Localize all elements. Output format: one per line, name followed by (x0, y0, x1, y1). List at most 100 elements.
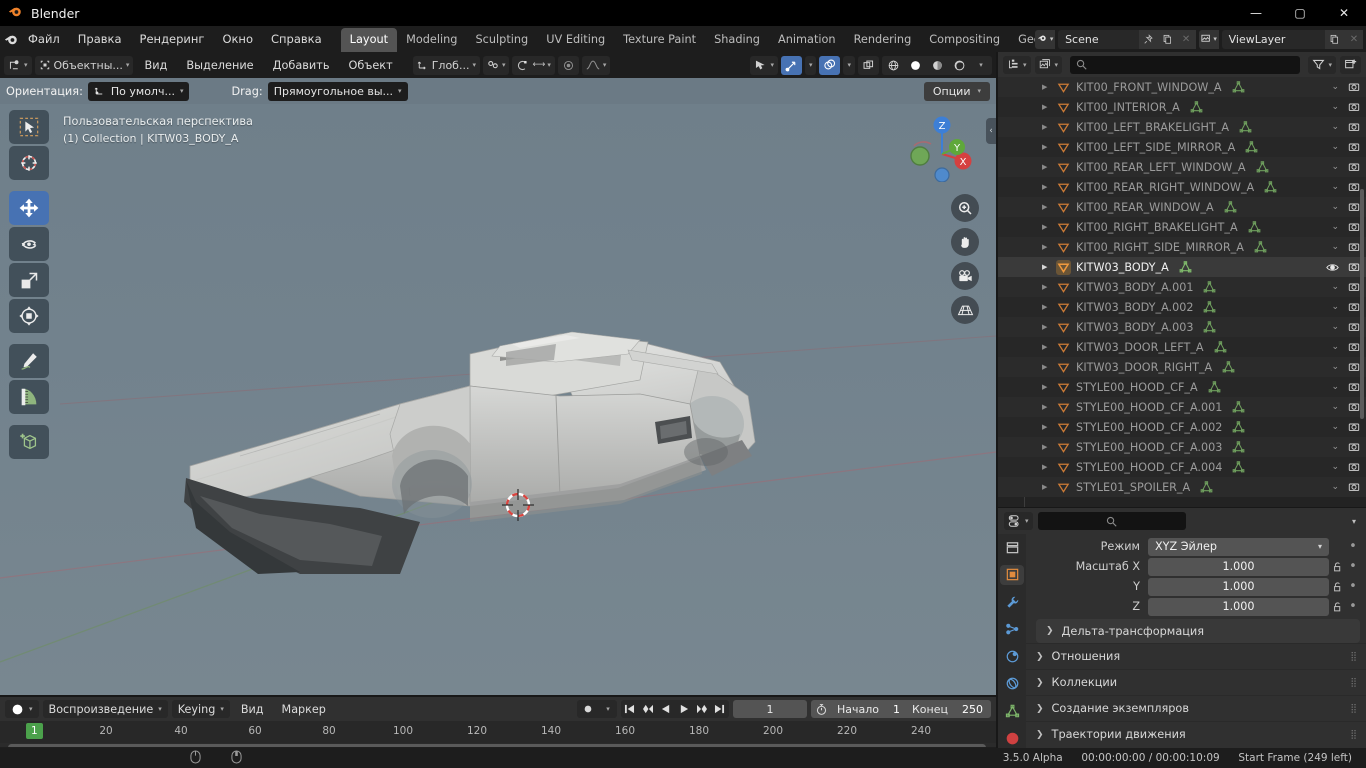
physics-tab[interactable] (1000, 647, 1024, 666)
tool-tweak-button[interactable] (9, 110, 49, 144)
show-gizmo-toggle[interactable] (780, 55, 802, 75)
chevron-down-icon[interactable]: ⌄ (1331, 202, 1339, 212)
panel-instancing[interactable]: ❯ Создание экземпляров ⣿ (1026, 695, 1366, 721)
outliner-tree[interactable]: ▶ KIT00_FRONT_WINDOW_A ⌄ ▶ KIT00_INTERIOR_A… (998, 77, 1366, 507)
chevron-down-icon[interactable]: ⌄ (1331, 422, 1339, 432)
outliner-row-12[interactable]: ▶ KITW03_BODY_A.003 ⌄ (998, 317, 1366, 337)
panel-relations[interactable]: ❯ Отношения ⣿ (1026, 643, 1366, 669)
new-viewlayer-icon[interactable] (1325, 29, 1345, 49)
remove-viewlayer-icon[interactable]: ✕ (1344, 29, 1364, 49)
render-camera-icon[interactable] (1348, 218, 1360, 237)
expand-triangle-icon[interactable]: ▶ (1042, 483, 1052, 491)
options-button[interactable]: Опции ▾ (923, 81, 990, 101)
outliner-row-2[interactable]: ▶ KIT00_LEFT_BRAKELIGHT_A ⌄ (998, 117, 1366, 137)
maximize-button[interactable]: ▢ (1278, 0, 1322, 26)
tool-cursor-button[interactable] (9, 146, 49, 180)
editor-type-selector[interactable]: ▾ (4, 55, 32, 75)
expand-triangle-icon[interactable]: ▶ (1042, 123, 1052, 131)
xray-toggle[interactable] (858, 55, 879, 75)
expand-triangle-icon[interactable]: ▶ (1042, 263, 1052, 271)
interaction-mode-selector[interactable]: Объектны... ▾ (34, 55, 134, 75)
playhead[interactable]: 1 (26, 723, 43, 739)
perspective-grid-icon[interactable] (951, 296, 979, 324)
viewport-menu-add[interactable]: Добавить (265, 57, 338, 74)
viewlayer-browse-icon[interactable]: ▾ (1198, 29, 1219, 49)
viewport-3d[interactable]: Пользовательская перспектива (1) Collect… (0, 104, 996, 695)
rendered-shading-button[interactable] (948, 55, 970, 75)
outliner-row-20[interactable]: ▶ STYLE01_SPOILER_A ⌄ (998, 477, 1366, 497)
constraint-tab[interactable] (1000, 674, 1024, 693)
tool-annotate-button[interactable] (9, 344, 49, 378)
gizmo-options-dropdown[interactable]: ▾ (804, 55, 817, 75)
overlay-options-dropdown[interactable]: ▾ (843, 55, 855, 75)
previous-keyframe-button[interactable] (639, 700, 657, 718)
expand-triangle-icon[interactable]: ▶ (1042, 303, 1052, 311)
expand-triangle-icon[interactable]: ▶ (1042, 163, 1052, 171)
chevron-down-icon[interactable]: ⌄ (1331, 382, 1339, 392)
shading-options-dropdown[interactable]: ▾ (970, 55, 992, 75)
chevron-down-icon[interactable]: ⌄ (1331, 462, 1339, 472)
outliner-new-collection-icon[interactable] (1340, 55, 1361, 74)
expand-triangle-icon[interactable]: ▶ (1042, 443, 1052, 451)
chevron-down-icon[interactable]: ⌄ (1331, 282, 1339, 292)
render-camera-icon[interactable] (1348, 298, 1360, 317)
chevron-down-icon[interactable]: ⌄ (1331, 302, 1339, 312)
new-scene-icon[interactable] (1157, 29, 1177, 49)
expand-triangle-icon[interactable]: ▶ (1042, 283, 1052, 291)
expand-triangle-icon[interactable]: ▶ (1042, 323, 1052, 331)
chevron-down-icon[interactable]: ⌄ (1331, 82, 1339, 92)
drag-dropdown[interactable]: Прямоугольное вы... ▾ (267, 81, 408, 101)
viewport-menu-view[interactable]: Вид (136, 57, 175, 74)
tool-tab[interactable] (1000, 538, 1024, 557)
outliner-row-7[interactable]: ▶ KIT00_RIGHT_BRAKELIGHT_A ⌄ (998, 217, 1366, 237)
auto-keying-dropdown[interactable]: ▾ (599, 700, 617, 718)
modifier-tab[interactable] (1000, 593, 1024, 612)
render-camera-icon[interactable] (1348, 318, 1360, 337)
tab-sculpting[interactable]: Sculpting (466, 28, 537, 52)
transform-orientation-selector[interactable]: Глоб... ▾ (412, 55, 480, 75)
render-camera-icon[interactable] (1348, 378, 1360, 397)
chevron-down-icon[interactable]: ⌄ (1331, 142, 1339, 152)
outliner-row-8[interactable]: ▶ KIT00_RIGHT_SIDE_MIRROR_A ⌄ (998, 237, 1366, 257)
render-camera-icon[interactable] (1348, 458, 1360, 477)
render-camera-icon[interactable] (1348, 138, 1360, 157)
unlink-scene-icon[interactable]: ✕ (1176, 29, 1196, 49)
zoom-icon[interactable] (951, 194, 979, 222)
particles-tab[interactable] (1000, 620, 1024, 639)
render-camera-icon[interactable] (1348, 258, 1360, 277)
chevron-down-icon[interactable]: ⌄ (1331, 242, 1339, 252)
outliner-row-18[interactable]: ▶ STYLE00_HOOD_CF_A.003 ⌄ (998, 437, 1366, 457)
lock-icon[interactable] (1329, 601, 1346, 613)
outliner-filter-icon[interactable]: ▾ (1308, 55, 1336, 74)
keying-menu[interactable]: Keying ▾ (171, 700, 230, 718)
chevron-down-icon[interactable]: ⌄ (1331, 122, 1339, 132)
outliner-row-6[interactable]: ▶ KIT00_REAR_WINDOW_A ⌄ (998, 197, 1366, 217)
outliner-row-15[interactable]: ▶ STYLE00_HOOD_CF_A ⌄ (998, 377, 1366, 397)
outliner-row-13[interactable]: ▶ KITW03_DOOR_LEFT_A ⌄ (998, 337, 1366, 357)
record-icon[interactable] (577, 704, 599, 714)
scene-selector[interactable]: Scene ✕ (1058, 29, 1196, 49)
menu-render[interactable]: Рендеринг (131, 28, 214, 50)
jump-to-start-button[interactable] (621, 700, 639, 718)
render-camera-icon[interactable] (1348, 338, 1360, 357)
stopwatch-icon[interactable] (811, 703, 833, 716)
current-frame-field[interactable]: 1 (732, 700, 807, 718)
material-tab[interactable] (1000, 729, 1024, 748)
proportional-falloff-icon[interactable] (557, 55, 579, 75)
minimize-button[interactable]: — (1234, 0, 1278, 26)
timeline-menu-marker[interactable]: Маркер (275, 701, 333, 718)
render-camera-icon[interactable] (1348, 198, 1360, 217)
start-frame-value[interactable]: 1 (879, 703, 908, 716)
outliner-editor-type[interactable]: ▾ (1003, 55, 1031, 74)
jump-to-end-button[interactable] (711, 700, 729, 718)
menu-edit[interactable]: Правка (69, 28, 131, 50)
expand-triangle-icon[interactable]: ▶ (1042, 203, 1052, 211)
tool-rotate-button[interactable] (9, 227, 49, 261)
render-camera-icon[interactable] (1348, 238, 1360, 257)
expand-triangle-icon[interactable]: ▶ (1042, 83, 1052, 91)
snap-magnet-toggle[interactable]: ▾ (482, 55, 510, 75)
timeline-menu-view[interactable]: Вид (234, 701, 271, 718)
pan-hand-icon[interactable] (951, 228, 979, 256)
render-camera-icon[interactable] (1348, 418, 1360, 437)
outliner-row-16[interactable]: ▶ STYLE00_HOOD_CF_A.001 ⌄ (998, 397, 1366, 417)
